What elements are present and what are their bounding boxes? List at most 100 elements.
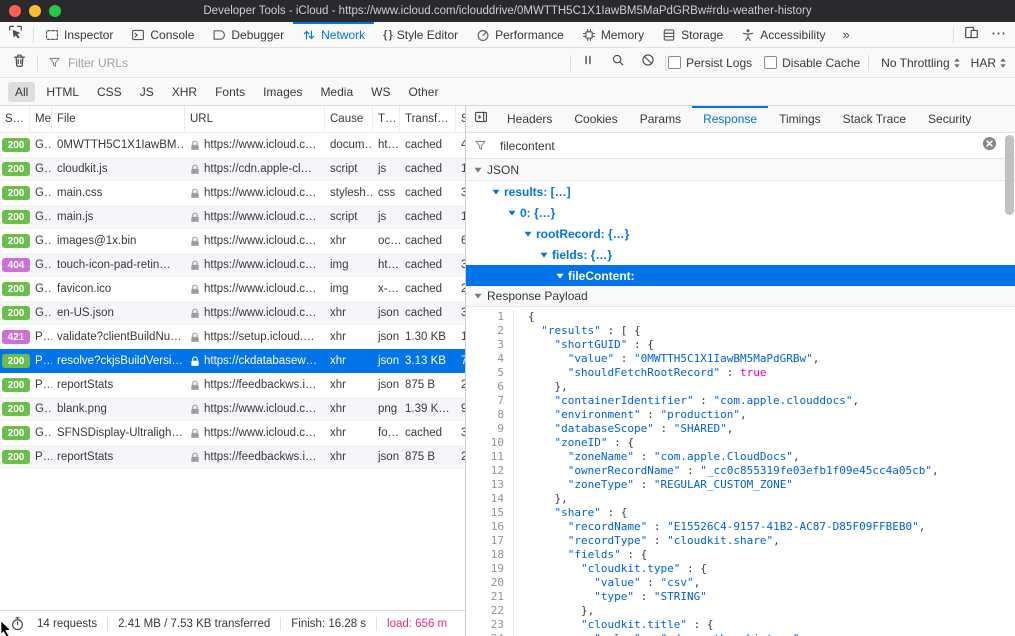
- source-line: 20 "value" : "csv",: [466, 576, 1015, 590]
- type-filter-other[interactable]: Other: [401, 82, 445, 102]
- tree-node-rootrecord[interactable]: rootRecord: {…}: [466, 223, 1015, 244]
- tool-tab-style-editor[interactable]: { }Style Editor: [374, 22, 467, 47]
- throttling-select[interactable]: No Throttling: [881, 56, 960, 70]
- tree-node-filecontent[interactable]: fileContent:: [466, 265, 1015, 286]
- cell-type: x-…: [373, 283, 400, 295]
- request-row[interactable]: 200G…SFNSDisplay-Ultraligh…https://www.i…: [0, 421, 465, 445]
- details-scrollbar-thumb[interactable]: [1005, 135, 1014, 215]
- detail-tab-stack-trace[interactable]: Stack Trace: [832, 106, 917, 132]
- clear-filter-button[interactable]: [982, 136, 997, 156]
- request-row[interactable]: 200P…resolve?ckjsBuildVersi…https://ckda…: [0, 349, 465, 373]
- block-requests-button[interactable]: [633, 53, 663, 72]
- debugger-icon: [212, 28, 226, 42]
- pick-element-button[interactable]: [0, 22, 31, 47]
- lock-icon: [190, 356, 200, 367]
- cell-cause: xhr: [325, 379, 373, 391]
- toggle-details-pane-button[interactable]: [466, 106, 496, 132]
- line-number: 17: [466, 534, 514, 548]
- tool-tab-inspector[interactable]: Inspector: [36, 22, 122, 47]
- clear-requests-button[interactable]: [4, 48, 35, 77]
- request-row[interactable]: 200G…blank.pnghttps://www.icloud.c…xhrpn…: [0, 397, 465, 421]
- request-row[interactable]: 200G…0MWTTH5C1X1IawBM…https://www.icloud…: [0, 133, 465, 157]
- tool-tab-console[interactable]: Console: [122, 22, 203, 47]
- type-filter-fonts[interactable]: Fonts: [208, 82, 252, 102]
- tree-node-fields[interactable]: fields: {…}: [466, 244, 1015, 265]
- url-text: https://www.icloud.c…: [204, 307, 316, 319]
- tree-node-results[interactable]: results: […]: [466, 181, 1015, 202]
- tool-tab-accessibility[interactable]: Accessibility: [732, 22, 834, 47]
- type-filter-all[interactable]: All: [8, 82, 35, 102]
- minimize-window-button[interactable]: [29, 5, 41, 17]
- request-row[interactable]: 421P…validate?clientBuildNu…https://setu…: [0, 325, 465, 349]
- cell-status: 200: [0, 426, 30, 440]
- request-row[interactable]: 404G…touch-icon-pad-retin…https://www.ic…: [0, 253, 465, 277]
- tool-tab-network[interactable]: Network: [293, 22, 374, 47]
- type-filter-js[interactable]: JS: [133, 82, 161, 102]
- line-content: {: [514, 310, 535, 324]
- persist-logs-option[interactable]: Persist Logs: [668, 56, 752, 70]
- zoom-window-button[interactable]: [49, 5, 61, 17]
- column-header-cause[interactable]: Cause: [325, 106, 373, 132]
- line-number: 22: [466, 604, 514, 618]
- tool-tab-performance[interactable]: Performance: [467, 22, 573, 47]
- disable-cache-checkbox[interactable]: [764, 56, 777, 69]
- request-row[interactable]: 200G…en-US.jsonhttps://www.icloud.c…xhrj…: [0, 301, 465, 325]
- tree-node-0[interactable]: 0: {…}: [466, 202, 1015, 223]
- column-header-t[interactable]: T…: [373, 106, 400, 132]
- request-row[interactable]: 200G…main.csshttps://www.icloud.c…styles…: [0, 181, 465, 205]
- search-requests-button[interactable]: [603, 53, 633, 72]
- column-header-url[interactable]: URL: [185, 106, 325, 132]
- persist-logs-checkbox[interactable]: [668, 56, 681, 69]
- column-header-file[interactable]: File: [52, 106, 185, 132]
- cell-type: png: [373, 403, 400, 415]
- details-tabbar: HeadersCookiesParamsResponseTimingsStack…: [466, 106, 1015, 133]
- column-header-s[interactable]: S: [456, 106, 465, 132]
- payload-section-header[interactable]: Response Payload: [466, 286, 1015, 307]
- disable-cache-option[interactable]: Disable Cache: [764, 56, 860, 70]
- close-window-button[interactable]: [9, 5, 21, 17]
- detail-tab-response[interactable]: Response: [692, 106, 768, 132]
- type-filter-images[interactable]: Images: [256, 82, 309, 102]
- detail-tab-headers[interactable]: Headers: [496, 106, 563, 132]
- cell-type: json: [373, 451, 400, 463]
- type-filter-xhr[interactable]: XHR: [165, 82, 204, 102]
- detail-tab-cookies[interactable]: Cookies: [563, 106, 628, 132]
- line-content: "value" : "0MWTTH5C1X1IawBM5MaPdGRBw",: [514, 352, 819, 366]
- column-header-s[interactable]: S…: [0, 106, 30, 132]
- overflow-chevron-button[interactable]: »: [835, 27, 858, 42]
- caret-down-icon: [540, 251, 548, 259]
- request-row[interactable]: 200G…cloudkit.jshttps://cdn.apple-cl…scr…: [0, 157, 465, 181]
- toolbox-menu-button[interactable]: ⋯: [987, 24, 1015, 45]
- cell-type: ht…: [373, 259, 400, 271]
- pause-traffic-button[interactable]: [573, 53, 603, 72]
- responsive-mode-button[interactable]: [956, 22, 987, 47]
- column-header-me[interactable]: Me: [30, 106, 52, 132]
- tree-node-label: 0: {…}: [520, 206, 555, 220]
- type-filter-html[interactable]: HTML: [39, 82, 86, 102]
- filter-urls-input[interactable]: [66, 55, 220, 71]
- request-row[interactable]: 200P…reportStatshttps://feedbackws.i…xhr…: [0, 373, 465, 397]
- response-filter-input[interactable]: [498, 138, 982, 154]
- request-row[interactable]: 200G…main.jshttps://www.icloud.c…scriptj…: [0, 205, 465, 229]
- tool-tab-memory[interactable]: Memory: [573, 22, 653, 47]
- column-header-transf[interactable]: Transf…: [400, 106, 456, 132]
- har-select[interactable]: HAR: [971, 56, 1007, 70]
- request-row[interactable]: 200G…images@1x.binhttps://www.icloud.c…x…: [0, 229, 465, 253]
- status-badge: 200: [2, 282, 30, 296]
- tool-tab-debugger[interactable]: Debugger: [203, 22, 293, 47]
- type-filter-ws[interactable]: WS: [364, 82, 397, 102]
- request-row[interactable]: 200G…favicon.icohttps://www.icloud.c…img…: [0, 277, 465, 301]
- type-filter-media[interactable]: Media: [313, 82, 360, 102]
- cell-file: touch-icon-pad-retin…: [52, 259, 185, 271]
- detail-tab-params[interactable]: Params: [629, 106, 692, 132]
- cell-file: images@1x.bin: [52, 235, 185, 247]
- tool-tab-storage[interactable]: Storage: [653, 22, 732, 47]
- detail-tab-security[interactable]: Security: [917, 106, 982, 132]
- line-content: "zoneName" : "com.apple.CloudDocs",: [514, 450, 800, 464]
- inspector-icon: [45, 28, 59, 42]
- type-filter-css[interactable]: CSS: [90, 82, 129, 102]
- detail-tab-timings[interactable]: Timings: [768, 106, 832, 132]
- request-row[interactable]: 200P…reportStatshttps://feedbackws.i…xhr…: [0, 445, 465, 469]
- line-content: },: [514, 380, 568, 394]
- json-section-header[interactable]: JSON: [466, 159, 1015, 181]
